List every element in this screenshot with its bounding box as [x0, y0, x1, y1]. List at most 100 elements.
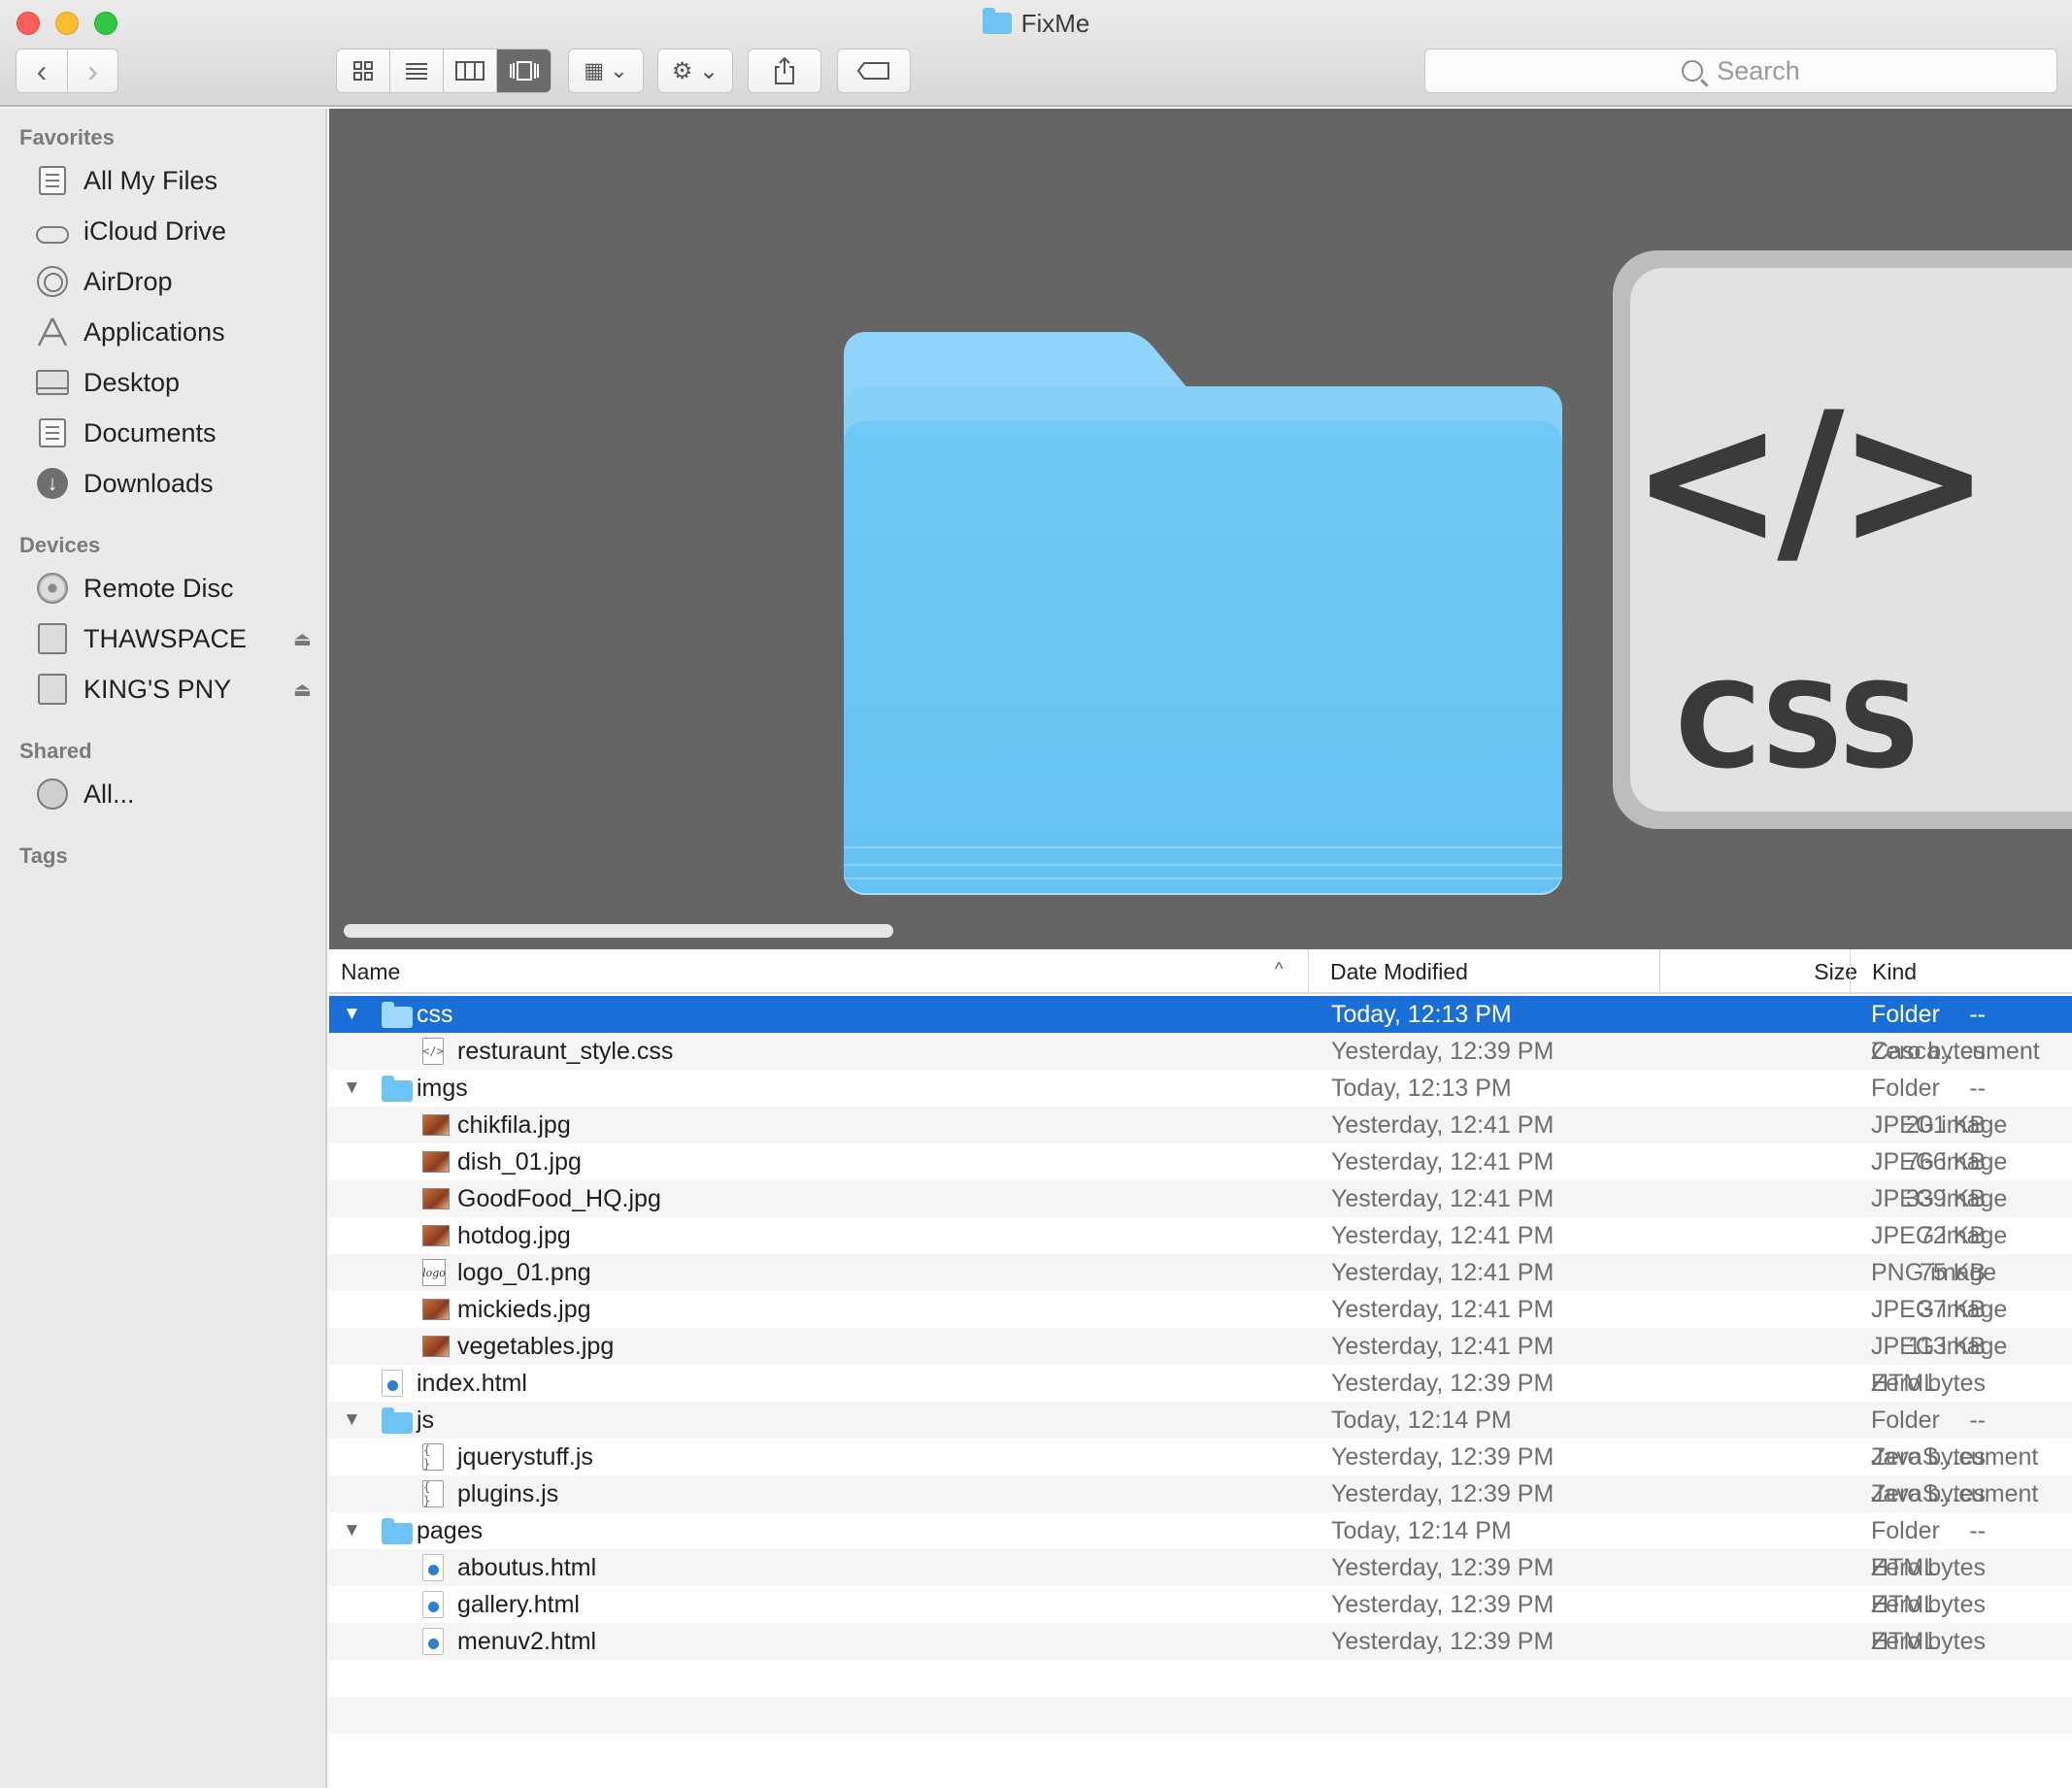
sidebar-item-applications[interactable]: Applications [0, 309, 327, 355]
date-modified: Today, 12:13 PM [1331, 1000, 1512, 1028]
sidebar-item-label: All My Files [84, 165, 218, 195]
file-row[interactable]: ▼ js Today, 12:14 PM -- Folder [329, 1402, 2072, 1439]
file-row[interactable]: index.html Yesterday, 12:39 PM Zero bytes H… [329, 1365, 2072, 1402]
html-file-icon [422, 1591, 444, 1618]
image-thumbnail-icon [422, 1299, 450, 1320]
file-kind: Folder [1871, 1406, 1940, 1434]
arrange-button[interactable]: ▦ ⌄ [568, 49, 644, 93]
date-modified: Yesterday, 12:39 PM [1331, 1369, 1554, 1397]
image-thumbnail-icon [422, 1188, 450, 1209]
icon-view-button[interactable] [337, 50, 390, 92]
sidebar-item-airdrop[interactable]: AirDrop [0, 258, 327, 305]
sidebar-item-remote-disc[interactable]: Remote Disc [0, 565, 327, 612]
cover-flow-icon [509, 61, 539, 81]
file-row[interactable]: mickieds.jpg Yesterday, 12:41 PM 37 KB JPEG… [329, 1291, 2072, 1328]
eject-icon[interactable]: ⏏ [293, 678, 312, 702]
code-brackets-icon: </> [1630, 373, 1991, 587]
file-name: index.html [417, 1369, 527, 1397]
cover-flow-scrollbar[interactable] [344, 924, 2062, 938]
chevron-left-icon: ‹ [36, 52, 48, 88]
file-row[interactable]: hotdog.jpg Yesterday, 12:41 PM 72 KB JPEG i… [329, 1217, 2072, 1254]
cover-flow-view-button[interactable] [497, 50, 551, 92]
date-modified: Today, 12:14 PM [1331, 1516, 1512, 1544]
cloud-icon [35, 215, 70, 247]
cover-flow-preview[interactable]: css </> CSS [329, 109, 2072, 949]
date-modified: Yesterday, 12:39 PM [1331, 1479, 1554, 1507]
date-modified: Yesterday, 12:39 PM [1331, 1442, 1554, 1471]
columns-icon [455, 61, 485, 81]
file-row[interactable]: ▼ imgs Today, 12:13 PM -- Folder [329, 1070, 2072, 1107]
drive-icon [35, 623, 70, 654]
downloads-icon: ↓ [35, 468, 70, 499]
folder-icon [382, 1076, 413, 1102]
file-kind: HTML [1871, 1590, 1938, 1618]
file-row[interactable]: logo logo_01.png Yesterday, 12:41 PM 75 KB P… [329, 1254, 2072, 1291]
column-header-name[interactable]: Name [341, 949, 1312, 994]
view-mode-segmented-control [336, 49, 551, 93]
file-row[interactable]: ▼ pages Today, 12:14 PM -- Folder [329, 1512, 2072, 1549]
finder-window: FixMe ‹ › ▦ ⌄ ⚙ ⌄ Search Favorites All M… [0, 0, 2072, 1788]
disclosure-triangle-icon[interactable]: ▼ [343, 1402, 361, 1439]
sidebar-item-icloud-drive[interactable]: iCloud Drive [0, 208, 327, 254]
eject-icon[interactable]: ⏏ [293, 627, 312, 651]
column-header-size[interactable]: Size [1659, 949, 1873, 994]
file-row[interactable]: GoodFood_HQ.jpg Yesterday, 12:41 PM 339 KB… [329, 1180, 2072, 1217]
scrollbar-thumb[interactable] [344, 924, 893, 938]
file-row[interactable]: chikfila.jpg Yesterday, 12:41 PM 201 KB JPE… [329, 1107, 2072, 1143]
list-rows: ▼ css Today, 12:13 PM -- Folder </> resturaunt… [329, 996, 2072, 1771]
share-button[interactable] [748, 49, 821, 93]
date-modified: Yesterday, 12:41 PM [1331, 1258, 1554, 1286]
sidebar-item-documents[interactable]: Documents [0, 410, 327, 456]
window-title: FixMe [0, 8, 2072, 39]
sidebar-heading-tags[interactable]: Tags [19, 844, 68, 869]
css-file-icon[interactable]: </> CSS [1613, 250, 2072, 829]
file-kind: HTML [1871, 1553, 1938, 1581]
file-name: logo_01.png [457, 1258, 591, 1286]
column-header-kind[interactable]: Kind [1850, 949, 2072, 994]
file-row[interactable]: { } plugins.js Yesterday, 12:39 PM Zero byt… [329, 1475, 2072, 1512]
action-button[interactable]: ⚙ ⌄ [657, 49, 733, 93]
search-field[interactable]: Search [1424, 49, 2057, 93]
sidebar-item-label: Desktop [84, 367, 181, 397]
forward-button[interactable]: › [66, 50, 117, 92]
file-row[interactable]: </> resturaunt_style.css Yesterday, 12:39 … [329, 1033, 2072, 1070]
html-file-icon [422, 1554, 444, 1581]
column-header-label: Date Modified [1330, 958, 1468, 984]
preview-folder-icon[interactable] [844, 332, 1562, 895]
disclosure-triangle-icon[interactable]: ▼ [343, 1070, 361, 1107]
file-name: gallery.html [457, 1590, 580, 1618]
file-kind: JPEG image [1871, 1147, 2008, 1175]
javascript-file-icon: { } [422, 1480, 444, 1507]
sidebar-item-shared-all[interactable]: All... [0, 771, 327, 817]
edit-tags-button[interactable] [837, 49, 911, 93]
file-row[interactable]: dish_01.jpg Yesterday, 12:41 PM 766 KB JPEG… [329, 1143, 2072, 1180]
column-header-label: Kind [1872, 958, 1918, 984]
date-modified: Yesterday, 12:39 PM [1331, 1037, 1554, 1065]
sidebar-item-kings-pny[interactable]: KING'S PNY ⏏ [0, 666, 327, 712]
file-name: dish_01.jpg [457, 1147, 582, 1175]
sidebar-item-label: Applications [84, 316, 225, 347]
file-kind: JPEG image [1871, 1184, 2008, 1212]
airdrop-icon [35, 266, 70, 297]
sidebar-item-thawspace[interactable]: THAWSPACE ⏏ [0, 615, 327, 662]
sidebar-item-all-my-files[interactable]: All My Files [0, 157, 327, 204]
disclosure-triangle-icon[interactable]: ▼ [343, 996, 361, 1033]
file-row[interactable]: menuv2.html Yesterday, 12:39 PM Zero bytes… [329, 1623, 2072, 1660]
file-row[interactable]: vegetables.jpg Yesterday, 12:41 PM 113 KB J… [329, 1328, 2072, 1365]
disclosure-triangle-icon[interactable]: ▼ [343, 1512, 361, 1549]
file-row[interactable]: gallery.html Yesterday, 12:39 PM Zero byte… [329, 1586, 2072, 1623]
back-button[interactable]: ‹ [17, 50, 67, 92]
file-name: css [417, 1000, 453, 1028]
folder-icon [382, 1407, 413, 1434]
sidebar-item-desktop[interactable]: Desktop [0, 359, 327, 406]
disc-icon [35, 573, 70, 604]
file-row[interactable]: aboutus.html Yesterday, 12:39 PM Zero byte… [329, 1549, 2072, 1586]
file-row[interactable]: { } jquerystuff.js Yesterday, 12:39 PM Zero… [329, 1439, 2072, 1475]
file-name: aboutus.html [457, 1553, 597, 1581]
column-view-button[interactable] [444, 50, 497, 92]
list-view-button[interactable] [390, 50, 444, 92]
column-header-date[interactable]: Date Modified [1308, 949, 1659, 994]
sidebar-item-downloads[interactable]: ↓ Downloads [0, 460, 327, 507]
file-row[interactable]: ▼ css Today, 12:13 PM -- Folder [329, 996, 2072, 1033]
empty-row [329, 1697, 2072, 1734]
